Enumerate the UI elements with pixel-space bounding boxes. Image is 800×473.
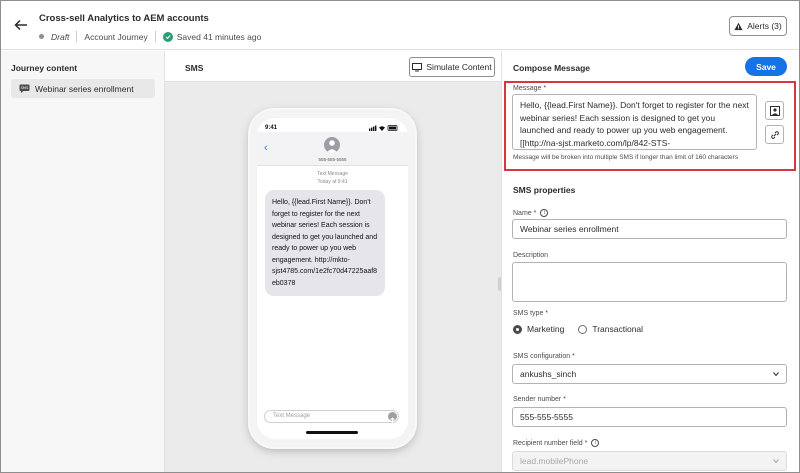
alert-icon	[734, 22, 743, 30]
info-icon[interactable]: i	[540, 209, 549, 217]
description-field[interactable]	[512, 262, 787, 302]
sms-preview-bubble: Hello, {{lead.First Name}}. Don't forget…	[265, 190, 385, 296]
journey-title: Cross-sell Analytics to AEM accounts	[39, 13, 209, 24]
message-help-text: Message will be broken into multiple SMS…	[513, 154, 739, 161]
recipient-field-label: Recipient number field * i	[513, 439, 600, 447]
journey-item-label: Webinar series enrollment	[35, 83, 134, 94]
divider	[154, 31, 156, 42]
personalize-token-button[interactable]	[765, 101, 784, 120]
name-label: Name * i	[513, 209, 549, 217]
saved-status: Saved 41 minutes ago	[176, 31, 262, 42]
home-indicator	[306, 431, 358, 434]
chevron-down-icon	[773, 459, 779, 464]
phone-back-icon: ‹	[264, 142, 268, 154]
back-arrow-icon[interactable]	[13, 17, 29, 33]
save-button[interactable]: Save	[745, 57, 787, 76]
sms-type-radio-group: Marketing Transactional	[513, 324, 643, 334]
insert-link-button[interactable]	[765, 125, 784, 144]
radio-marketing[interactable]	[513, 324, 522, 334]
phone-text-input: Text Message	[264, 410, 399, 423]
simulate-content-button[interactable]: Simulate Content	[409, 57, 495, 77]
sms-type-label: SMS type *	[513, 310, 549, 317]
recipient-field-select: lead.mobilePhone	[512, 451, 787, 471]
app-window: Cross-sell Analytics to AEM accounts Dra…	[0, 0, 800, 473]
simulate-label: Simulate Content	[426, 62, 492, 72]
sms-config-select[interactable]: ankushs_sinch	[512, 364, 787, 384]
checkmark-icon	[162, 31, 173, 42]
send-icon	[388, 412, 397, 423]
header-bar	[1, 1, 799, 50]
radio-marketing-label: Marketing	[527, 324, 565, 334]
info-icon[interactable]: i	[591, 439, 600, 447]
status-label: Draft	[51, 31, 70, 42]
radio-transactional[interactable]	[578, 324, 588, 334]
message-label: Message *	[513, 85, 547, 92]
thread-time: Today at 9:41	[317, 179, 348, 185]
chevron-down-icon	[773, 372, 779, 377]
journey-meta: Draft Account Journey Saved 41 minutes a…	[39, 31, 261, 42]
link-icon	[770, 130, 779, 139]
monitor-icon	[412, 62, 423, 71]
sms-icon: SMS	[19, 84, 30, 93]
alerts-button[interactable]: Alerts (3)	[729, 16, 787, 36]
divider	[76, 31, 78, 42]
sms-properties-title: SMS properties	[513, 185, 576, 195]
status-dot-icon	[39, 34, 44, 39]
phone-time: 9:41	[265, 125, 278, 131]
description-label: Description	[513, 252, 549, 259]
journey-content-panel	[1, 51, 165, 472]
compose-title: Compose Message	[513, 63, 590, 73]
sms-config-label: SMS configuration *	[513, 353, 575, 360]
phone-status-icon	[369, 125, 398, 131]
panel-title: Journey content	[11, 63, 78, 73]
sms-config-value: ankushs_sinch	[520, 369, 577, 379]
contact-avatar-icon	[324, 137, 340, 153]
contact-number: 555-555-5555	[318, 157, 347, 162]
sender-number-label: Sender number *	[513, 396, 566, 403]
radio-transactional-label: Transactional	[592, 324, 644, 334]
recipient-field-value: lead.mobilePhone	[520, 456, 589, 466]
svg-text:SMS: SMS	[21, 86, 29, 90]
journey-type: Account Journey	[84, 31, 148, 42]
person-card-icon	[769, 105, 780, 116]
journey-item-webinar[interactable]: SMS Webinar series enrollment	[11, 79, 155, 98]
sender-number-field[interactable]: 555-555-5555	[512, 407, 787, 427]
name-field[interactable]: Webinar series enrollment	[512, 219, 787, 239]
thread-label: Text Message	[317, 171, 348, 177]
alerts-label: Alerts (3)	[747, 21, 782, 31]
preview-title: SMS	[185, 63, 204, 73]
message-textarea[interactable]: Hello, {{lead.First Name}}. Don't forget…	[512, 94, 757, 150]
